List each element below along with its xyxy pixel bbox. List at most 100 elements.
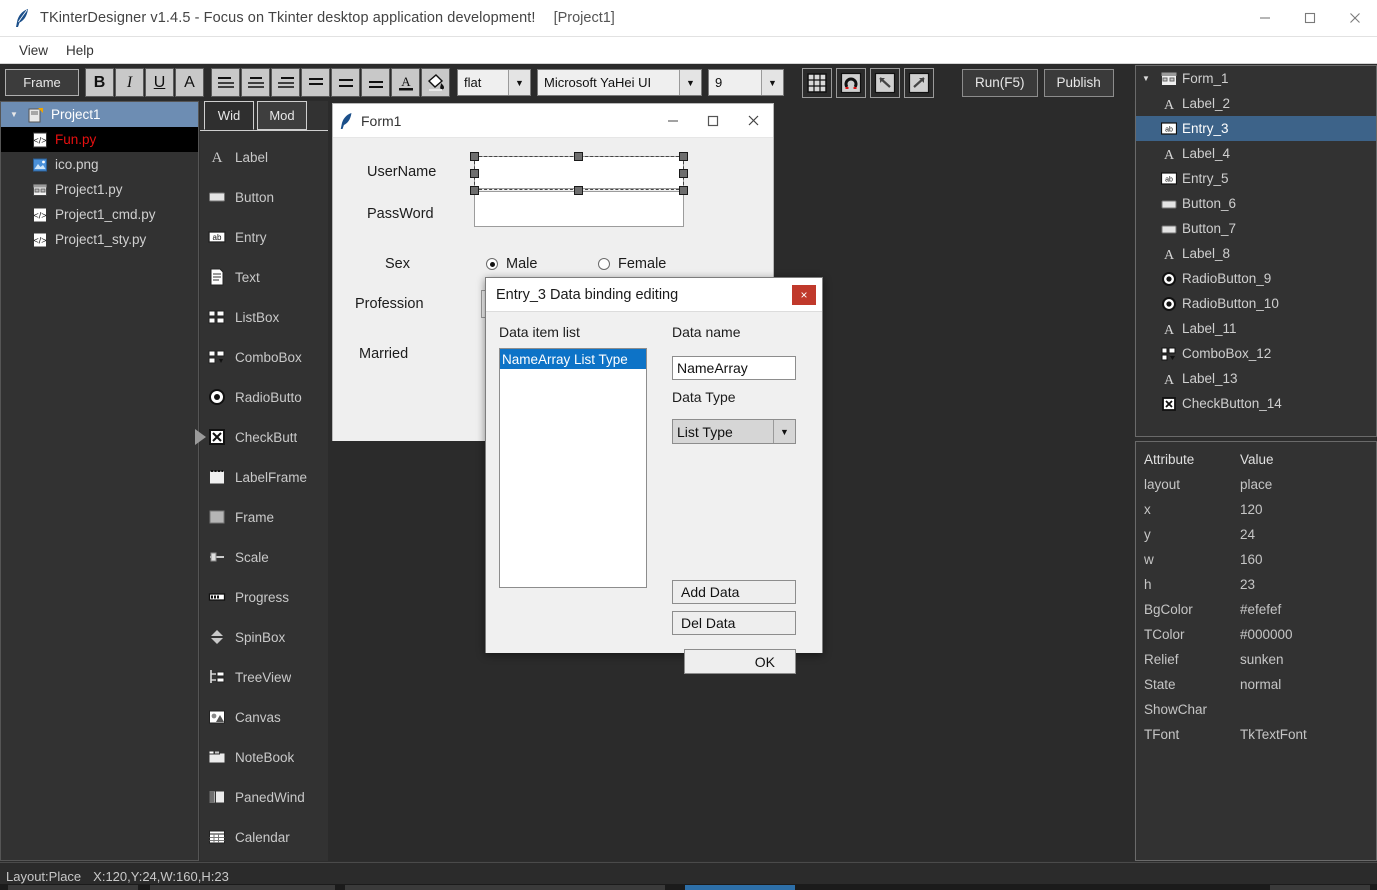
property-row-relief[interactable]: Relief sunken xyxy=(1136,647,1376,672)
taskbar-chip[interactable] xyxy=(8,885,138,890)
property-row-layout[interactable]: layout place xyxy=(1136,472,1376,497)
object-tree-item-label-8[interactable]: A Label_8 xyxy=(1136,241,1376,266)
dialog-close-button[interactable]: × xyxy=(792,284,816,305)
palette-item-text[interactable]: Text xyxy=(200,257,328,297)
form-label-married[interactable]: Married xyxy=(359,346,408,362)
resize-handle-se[interactable] xyxy=(679,186,688,195)
form-radio-male[interactable]: Male xyxy=(486,256,537,272)
palette-item-progress[interactable]: Progress xyxy=(200,577,328,617)
valign-middle-button[interactable] xyxy=(331,68,360,97)
font-size-combo[interactable]: 9 ▼ xyxy=(708,69,784,96)
property-row-state[interactable]: State normal xyxy=(1136,672,1376,697)
property-row-x[interactable]: x 120 xyxy=(1136,497,1376,522)
object-tree-item-button-7[interactable]: Button_7 xyxy=(1136,216,1376,241)
file-tree-root[interactable]: ▼ Project1 xyxy=(1,102,198,127)
object-tree-root[interactable]: ▼ Form_1 xyxy=(1136,66,1376,91)
property-row-w[interactable]: w 160 xyxy=(1136,547,1376,572)
data-type-combo[interactable]: List Type ▼ xyxy=(672,419,796,444)
property-row-h[interactable]: h 23 xyxy=(1136,572,1376,597)
valign-bottom-button[interactable] xyxy=(361,68,390,97)
object-tree-item-button-6[interactable]: Button_6 xyxy=(1136,191,1376,216)
file-tree-item-fun-py[interactable]: </> Fun.py xyxy=(1,127,198,152)
design-form-maximize-button[interactable] xyxy=(693,104,733,138)
object-tree-item-label-2[interactable]: A Label_2 xyxy=(1136,91,1376,116)
property-value[interactable]: 24 xyxy=(1240,527,1376,542)
frame-selector-button[interactable]: Frame xyxy=(5,69,79,96)
align-justify-button[interactable] xyxy=(301,68,330,97)
property-value[interactable]: place xyxy=(1240,477,1376,492)
magnet-button[interactable] xyxy=(836,67,866,98)
chevron-down-icon[interactable]: ▼ xyxy=(5,110,23,119)
del-data-button[interactable]: Del Data xyxy=(672,611,796,635)
align-center-button[interactable] xyxy=(241,68,270,97)
align-left-button[interactable] xyxy=(211,68,240,97)
palette-item-radiobutton[interactable]: RadioButto xyxy=(200,377,328,417)
form-label-username[interactable]: UserName xyxy=(367,164,436,180)
grid-button[interactable] xyxy=(802,67,832,98)
property-value[interactable]: normal xyxy=(1240,677,1376,692)
property-value[interactable]: TkTextFont xyxy=(1240,727,1376,742)
underline-button[interactable]: U xyxy=(145,68,174,97)
relief-combo[interactable]: flat ▼ xyxy=(457,69,531,96)
font-button[interactable]: A xyxy=(175,68,204,97)
object-tree-item-label-11[interactable]: A Label_11 xyxy=(1136,316,1376,341)
palette-item-treeview[interactable]: TreeView xyxy=(200,657,328,697)
property-value[interactable]: 120 xyxy=(1240,502,1376,517)
resize-handle-sw[interactable] xyxy=(470,186,479,195)
file-tree-item-project1-cmd-py[interactable]: </> Project1_cmd.py xyxy=(1,202,198,227)
file-tree-item-ico-png[interactable]: ico.png xyxy=(1,152,198,177)
object-tree-item-checkbutton-14[interactable]: CheckButton_14 xyxy=(1136,391,1376,416)
undo-button[interactable] xyxy=(870,67,900,98)
resize-handle-nw[interactable] xyxy=(470,152,479,161)
taskbar-chip-active[interactable] xyxy=(685,885,795,890)
palette-item-listbox[interactable]: ListBox xyxy=(200,297,328,337)
form-label-profession[interactable]: Profession xyxy=(355,296,424,312)
italic-button[interactable]: I xyxy=(115,68,144,97)
data-item-listbox[interactable]: NameArray List Type xyxy=(499,348,647,588)
palette-item-panedwindow[interactable]: PanedWind xyxy=(200,777,328,817)
ok-button[interactable]: OK xyxy=(684,649,796,674)
palette-item-labelframe[interactable]: LabelFrame xyxy=(200,457,328,497)
data-binding-dialog[interactable]: Entry_3 Data binding editing × Data item… xyxy=(485,277,823,674)
maximize-button[interactable] xyxy=(1287,0,1332,37)
form-entry-5[interactable] xyxy=(474,191,684,227)
property-row-y[interactable]: y 24 xyxy=(1136,522,1376,547)
property-value[interactable]: sunken xyxy=(1240,652,1376,667)
property-value[interactable]: 23 xyxy=(1240,577,1376,592)
object-tree-item-entry-3[interactable]: ab Entry_3 xyxy=(1136,116,1376,141)
bold-button[interactable]: B xyxy=(85,68,114,97)
resize-handle-ne[interactable] xyxy=(679,152,688,161)
resize-handle-s[interactable] xyxy=(574,186,583,195)
chevron-down-icon[interactable]: ▼ xyxy=(1136,74,1156,83)
file-tree-item-project1-sty-py[interactable]: </> Project1_sty.py xyxy=(1,227,198,252)
property-row-tfont[interactable]: TFont TkTextFont xyxy=(1136,722,1376,747)
run-button[interactable]: Run(F5) xyxy=(962,68,1038,97)
tab-widgets[interactable]: Wid xyxy=(204,101,254,130)
design-form-minimize-button[interactable] xyxy=(653,104,693,138)
data-name-input[interactable]: NameArray xyxy=(672,356,796,380)
palette-item-button[interactable]: Button xyxy=(200,177,328,217)
palette-item-combobox[interactable]: ComboBox xyxy=(200,337,328,377)
file-tree-item-project1-py[interactable]: Project1.py xyxy=(1,177,198,202)
taskbar-chip[interactable] xyxy=(150,885,335,890)
palette-item-frame[interactable]: Frame xyxy=(200,497,328,537)
palette-item-spinbox[interactable]: SpinBox xyxy=(200,617,328,657)
add-data-button[interactable]: Add Data xyxy=(672,580,796,604)
object-tree-item-label-4[interactable]: A Label_4 xyxy=(1136,141,1376,166)
resize-handle-w[interactable] xyxy=(470,169,479,178)
palette-item-calendar[interactable]: Calendar xyxy=(200,817,328,857)
align-right-button[interactable] xyxy=(271,68,300,97)
minimize-button[interactable] xyxy=(1242,0,1287,37)
list-item[interactable]: NameArray List Type xyxy=(500,349,646,369)
redo-button[interactable] xyxy=(904,67,934,98)
taskbar-chip[interactable] xyxy=(345,885,665,890)
font-family-combo[interactable]: Microsoft YaHei UI ▼ xyxy=(537,69,702,96)
resize-handle-e[interactable] xyxy=(679,169,688,178)
palette-item-label[interactable]: A Label xyxy=(200,137,328,177)
form-radio-female[interactable]: Female xyxy=(598,256,666,272)
menu-item-view[interactable]: View xyxy=(10,40,57,61)
object-tree-item-radiobutton-9[interactable]: RadioButton_9 xyxy=(1136,266,1376,291)
property-row-bgcolor[interactable]: BgColor #efefef xyxy=(1136,597,1376,622)
form-label-sex[interactable]: Sex xyxy=(385,256,410,272)
object-tree-item-entry-5[interactable]: ab Entry_5 xyxy=(1136,166,1376,191)
